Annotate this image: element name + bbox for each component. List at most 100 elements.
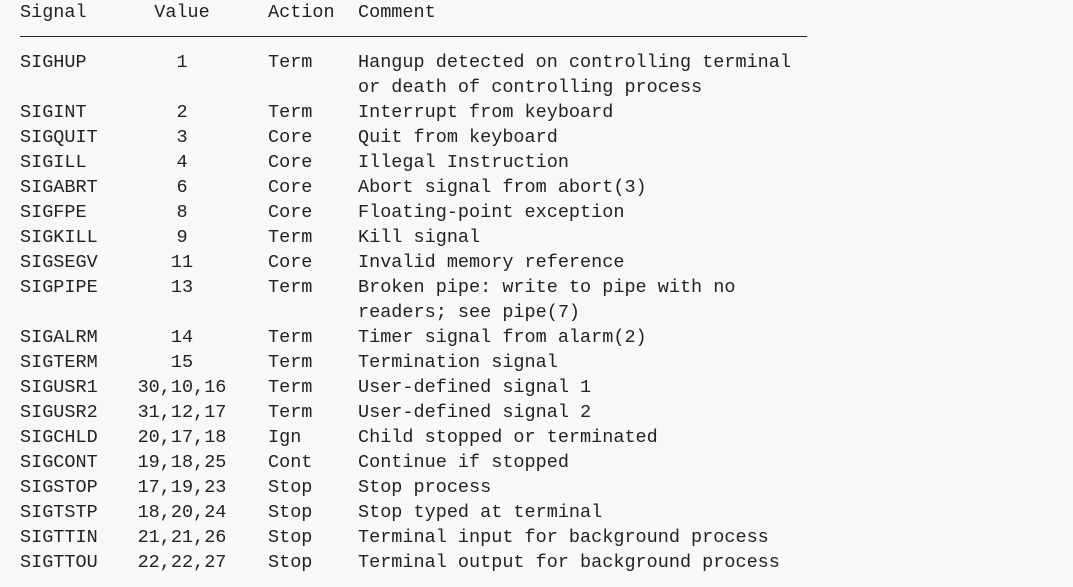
cell-action: Term — [268, 227, 313, 248]
cell-action: Stop — [268, 552, 313, 573]
signal-table: Signal Value Action Comment — [20, 0, 436, 25]
comment-line: User-defined signal 2 — [358, 402, 592, 423]
cell-comment: Termination signal — [358, 350, 558, 375]
cell-comment: Illegal Instruction — [358, 150, 569, 175]
cell-action: Term — [268, 102, 313, 123]
header-divider — [20, 36, 807, 37]
cell-comment: Interrupt from keyboard — [358, 100, 613, 125]
comment-line: Broken pipe: write to pipe with no — [358, 277, 736, 298]
cell-signal: SIGABRT — [20, 177, 98, 198]
cell-signal: SIGFPE — [20, 202, 87, 223]
cell-signal: SIGHUP — [20, 52, 87, 73]
cell-value: 8 — [176, 202, 188, 223]
cell-comment: Continue if stopped — [358, 450, 569, 475]
cell-value: 13 — [170, 277, 194, 298]
comment-line: Continue if stopped — [358, 452, 569, 473]
cell-comment: Stop process — [358, 475, 491, 500]
cell-action: Core — [268, 127, 313, 148]
cell-signal: SIGCHLD — [20, 427, 98, 448]
comment-line: Child stopped or terminated — [358, 427, 658, 448]
cell-action: Term — [268, 402, 313, 423]
cell-signal: SIGUSR1 — [20, 377, 98, 398]
comment-line: Hangup detected on controlling terminal — [358, 52, 791, 73]
cell-action: Cont — [268, 452, 313, 473]
cell-comment: Broken pipe: write to pipe with no reader… — [358, 275, 735, 325]
cell-action: Core — [268, 202, 313, 223]
cell-value: 22,22,27 — [137, 552, 227, 573]
cell-value: 9 — [176, 227, 188, 248]
cell-signal: SIGQUIT — [20, 127, 98, 148]
cell-signal: SIGINT — [20, 102, 87, 123]
cell-value: 14 — [170, 327, 194, 348]
comment-line: Timer signal from alarm(2) — [358, 327, 647, 348]
cell-value: 2 — [176, 102, 188, 123]
comment-line: Floating-point exception — [358, 202, 625, 223]
cell-comment: Abort signal from abort(3) — [358, 175, 647, 200]
cell-comment: User-defined signal 1 — [358, 375, 591, 400]
cell-comment: Stop typed at terminal — [358, 500, 602, 525]
cell-signal: SIGTERM — [20, 352, 98, 373]
comment-line: Interrupt from keyboard — [358, 102, 614, 123]
cell-comment: Quit from keyboard — [358, 125, 558, 150]
cell-comment: Timer signal from alarm(2) — [358, 325, 647, 350]
cell-value: 20,17,18 — [137, 427, 227, 448]
cell-signal: SIGTTOU — [20, 552, 98, 573]
cell-comment: Child stopped or terminated — [358, 425, 658, 450]
cell-value: 6 — [176, 177, 188, 198]
cell-action: Core — [268, 152, 313, 173]
cell-action: Core — [268, 177, 313, 198]
cell-comment: User-defined signal 2 — [358, 400, 591, 425]
cell-action: Term — [268, 277, 313, 298]
cell-value: 21,21,26 — [137, 527, 227, 548]
comment-line: Quit from keyboard — [358, 127, 558, 148]
comment-line: Kill signal — [358, 227, 481, 248]
cell-comment: Invalid memory reference — [358, 250, 624, 275]
cell-comment: Kill signal — [358, 225, 480, 250]
comment-line: Stop process — [358, 477, 492, 498]
cell-comment: Terminal input for background process — [358, 525, 769, 550]
cell-value: 31,12,17 — [137, 402, 227, 423]
cell-value: 19,18,25 — [137, 452, 227, 473]
cell-value: 3 — [176, 127, 188, 148]
cell-action: Term — [268, 327, 313, 348]
cell-signal: SIGTSTP — [20, 502, 98, 523]
comment-line: Illegal Instruction — [358, 152, 569, 173]
cell-comment: Terminal output for background process — [358, 550, 780, 575]
cell-value: 17,19,23 — [137, 477, 227, 498]
cell-signal: SIGPIPE — [20, 277, 98, 298]
cell-action: Stop — [268, 477, 313, 498]
cell-signal: SIGSEGV — [20, 252, 98, 273]
header-value: Value — [154, 2, 210, 23]
header-action: Action — [268, 2, 335, 23]
comment-line: User-defined signal 1 — [358, 377, 592, 398]
cell-action: Stop — [268, 502, 313, 523]
comment-line: Abort signal from abort(3) — [358, 177, 647, 198]
cell-value: 4 — [176, 152, 188, 173]
cell-action: Stop — [268, 527, 313, 548]
cell-signal: SIGSTOP — [20, 477, 98, 498]
comment-line: Terminal input for background process — [358, 527, 769, 548]
cell-comment: Floating-point exception — [358, 200, 624, 225]
cell-action: Ign — [268, 427, 302, 448]
comment-line: Invalid memory reference — [358, 252, 625, 273]
comment-line: Termination signal — [358, 352, 558, 373]
comment-line: readers; see pipe(7) — [358, 302, 581, 323]
cell-value: 15 — [170, 352, 194, 373]
cell-action: Term — [268, 52, 313, 73]
cell-signal: SIGKILL — [20, 227, 98, 248]
header-signal: Signal — [20, 2, 87, 23]
cell-comment: Hangup detected on controlling terminal o… — [358, 50, 791, 100]
cell-signal: SIGTTIN — [20, 527, 98, 548]
cell-value: 30,10,16 — [137, 377, 227, 398]
table-header-row: Signal Value Action Comment — [20, 0, 436, 25]
cell-action: Core — [268, 252, 313, 273]
cell-value: 11 — [170, 252, 194, 273]
comment-line: or death of controlling process — [358, 77, 703, 98]
cell-action: Term — [268, 377, 313, 398]
cell-signal: SIGCONT — [20, 452, 98, 473]
cell-value: 18,20,24 — [137, 502, 227, 523]
header-comment: Comment — [358, 2, 436, 23]
comment-line: Terminal output for background process — [358, 552, 780, 573]
cell-value: 1 — [176, 52, 188, 73]
cell-action: Term — [268, 352, 313, 373]
